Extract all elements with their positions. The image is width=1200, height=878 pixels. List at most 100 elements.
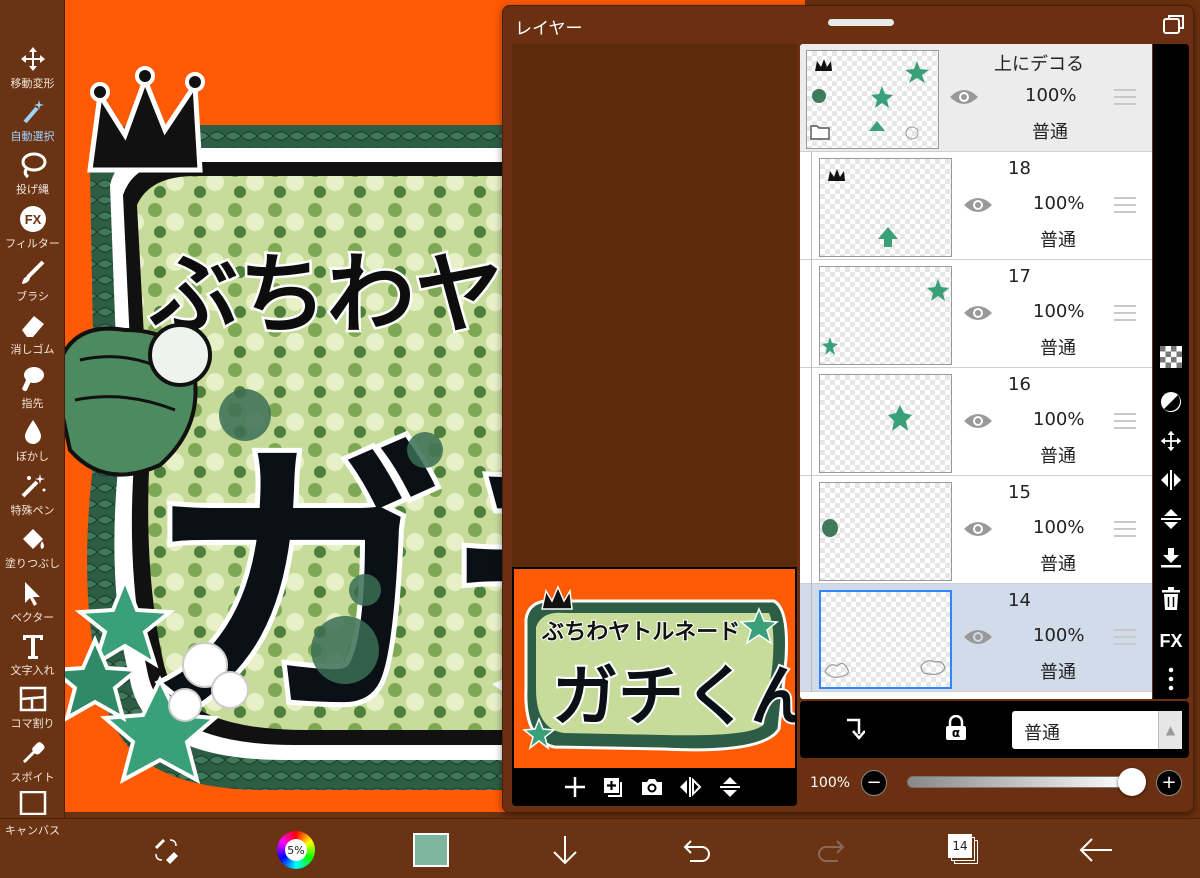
layer-panel: レイヤー ぶちわヤトルネード ガチくん 上にデコる 100% 普通 18 100… <box>502 5 1194 813</box>
layer-thumbnail <box>819 266 952 365</box>
special-pen-icon <box>18 471 48 501</box>
layer-thumbnail <box>819 158 952 257</box>
fx-icon: FX <box>18 204 48 234</box>
visibility-eye-icon[interactable] <box>963 411 993 431</box>
more-options-icon[interactable] <box>1158 666 1184 692</box>
layer-blend-mode: 普通 <box>1040 662 1076 683</box>
blend-mode-select[interactable]: 普通 ▲ <box>1012 711 1182 749</box>
add-layer-icon[interactable] <box>562 774 588 800</box>
duplicate-layer-icon[interactable] <box>600 774 626 800</box>
tool-canvas[interactable] <box>0 787 65 818</box>
tool-fill[interactable]: 塗りつぶし <box>0 520 65 573</box>
drag-handle-icon[interactable] <box>1114 413 1136 429</box>
tool-text[interactable]: 文字入れ <box>0 627 65 680</box>
folder-icon <box>810 124 830 144</box>
layer-name: 16 <box>1008 374 1031 395</box>
layer-opacity: 100% <box>1033 193 1085 214</box>
dropdown-arrow-icon: ▲ <box>1158 711 1182 749</box>
layer-name: 14 <box>1008 590 1031 611</box>
opacity-decrease-button[interactable]: − <box>861 770 887 796</box>
tool-filter[interactable]: FX フィルター <box>0 200 65 253</box>
layer-count-label: 14 <box>948 834 972 858</box>
drag-handle-icon[interactable] <box>1114 197 1136 213</box>
layer-thumbnail <box>819 374 952 473</box>
merge-down-icon[interactable] <box>1158 545 1184 571</box>
opacity-increase-button[interactable]: + <box>1156 770 1182 796</box>
redo-icon[interactable] <box>811 831 851 869</box>
clip-arrow-icon[interactable] <box>843 718 866 744</box>
flip-vertical-icon[interactable] <box>717 774 743 800</box>
drag-handle-icon[interactable] <box>1114 521 1136 537</box>
visibility-eye-icon[interactable] <box>949 87 979 107</box>
tool-eyedropper[interactable]: スポイト <box>0 734 65 787</box>
trash-icon[interactable] <box>1158 586 1184 612</box>
tool-lasso[interactable]: 投げ縄 <box>0 146 65 199</box>
left-toolbar: 移動変形 自動選択 投げ縄 FX フィルター ブラシ 消しゴム 指先 ぼかし 特… <box>0 0 65 818</box>
layer-opacity: 100% <box>1033 517 1085 538</box>
preview-empty-area <box>512 44 797 567</box>
finger-icon <box>18 364 48 394</box>
layer-blend-mode: 普通 <box>1032 122 1068 143</box>
flip-layer-horizontal-icon[interactable] <box>1158 467 1184 493</box>
opacity-slider-knob[interactable] <box>1118 768 1146 796</box>
tool-magic-wand[interactable]: 自動選択 <box>0 93 65 146</box>
tool-special-pen[interactable]: 特殊ペン <box>0 467 65 520</box>
brush-size-label: 5% <box>285 839 307 861</box>
visibility-eye-icon[interactable] <box>963 195 993 215</box>
tool-brush[interactable]: ブラシ <box>0 253 65 306</box>
crown-decoration <box>87 66 205 173</box>
layer-fx-button[interactable]: FX <box>1158 628 1184 654</box>
tool-frame-divider[interactable]: コマ割り <box>0 680 65 733</box>
preview-thumbnail[interactable]: ぶちわヤトルネード ガチくん <box>514 569 795 768</box>
layer-opacity: 100% <box>1033 409 1085 430</box>
layer-opacity: 100% <box>1033 301 1085 322</box>
layer-row-15[interactable]: 15 100% 普通 <box>800 476 1152 584</box>
tool-blur[interactable]: ぼかし <box>0 413 65 466</box>
layers-count-button[interactable]: 14 <box>943 831 983 869</box>
transparency-checker-icon[interactable] <box>1158 344 1184 370</box>
visibility-eye-icon[interactable] <box>963 303 993 323</box>
eyedropper-icon <box>18 738 48 768</box>
bottom-toolbar: 5% 14 <box>0 818 1200 878</box>
layer-row-16[interactable]: 16 100% 普通 <box>800 368 1152 476</box>
opacity-slider-track[interactable] <box>907 776 1133 788</box>
move-layer-icon[interactable] <box>1158 428 1184 454</box>
undo-icon[interactable] <box>677 831 717 869</box>
flip-horizontal-icon[interactable] <box>677 774 703 800</box>
alpha-lock-icon[interactable]: α <box>943 714 969 745</box>
brush-eraser-swap-icon[interactable] <box>146 831 186 869</box>
blend-bar: α 普通 ▲ <box>800 701 1189 758</box>
drag-handle-icon[interactable] <box>1114 89 1136 105</box>
group-indent-line <box>811 584 812 692</box>
alpha-lock-symbol: α <box>952 726 960 740</box>
preview-title-line1: ぶちわヤトルネード <box>541 620 740 645</box>
back-arrow-icon[interactable] <box>1076 831 1116 869</box>
layer-row-14[interactable]: 14 100% 普通 <box>800 584 1152 692</box>
flip-layer-vertical-icon[interactable] <box>1158 506 1184 532</box>
tool-move[interactable]: 移動変形 <box>0 40 65 93</box>
layer-row-18[interactable]: 18 100% 普通 <box>800 152 1152 260</box>
eraser-icon <box>18 310 48 340</box>
move-icon <box>18 44 48 74</box>
tool-vector[interactable]: ベクター <box>0 574 65 627</box>
camera-icon[interactable] <box>639 774 665 800</box>
download-arrow-icon[interactable] <box>545 831 585 869</box>
visibility-eye-icon[interactable] <box>963 519 993 539</box>
visibility-eye-icon[interactable] <box>963 627 993 647</box>
tool-finger[interactable]: 指先 <box>0 360 65 413</box>
layer-blend-mode: 普通 <box>1040 338 1076 359</box>
current-color-swatch[interactable] <box>411 831 451 869</box>
tool-eraser[interactable]: 消しゴム <box>0 306 65 359</box>
layer-row-folder[interactable]: 上にデコる 100% 普通 <box>800 44 1152 152</box>
clipping-circle-icon[interactable] <box>1158 389 1184 415</box>
layer-row-17[interactable]: 17 100% 普通 <box>800 260 1152 368</box>
drag-handle-icon[interactable] <box>1114 305 1136 321</box>
panel-drag-handle[interactable] <box>828 19 894 26</box>
window-resize-icon[interactable] <box>1163 14 1185 34</box>
svg-text:FX: FX <box>24 212 41 227</box>
magic-wand-icon <box>18 97 48 127</box>
drag-handle-icon[interactable] <box>1114 629 1136 645</box>
text-icon <box>18 631 48 661</box>
color-wheel-button[interactable]: 5% <box>276 831 316 869</box>
preview-title-line2: ガチくん <box>552 658 795 735</box>
